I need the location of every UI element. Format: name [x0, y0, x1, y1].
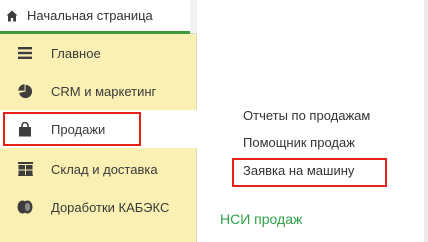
- link-vehicle-request[interactable]: Заявка на машину: [243, 163, 354, 178]
- link-sales-reports[interactable]: Отчеты по продажам: [243, 108, 370, 123]
- scrollbar-track[interactable]: [424, 0, 428, 242]
- tab-home-label: Начальная страница: [27, 8, 153, 23]
- sidebar-item-sales[interactable]: Продажи: [0, 110, 197, 148]
- sidebar-item-label: Доработки КАБЭКС: [51, 199, 170, 215]
- warehouse-icon: [17, 161, 33, 177]
- sidebar-item-label: Продажи: [51, 121, 106, 137]
- sidebar-item-main[interactable]: Главное: [0, 34, 197, 72]
- sidebar-item-label: CRM и маркетинг: [51, 83, 157, 99]
- link-sales-assistant[interactable]: Помощник продаж: [243, 135, 355, 150]
- coins-icon: [17, 199, 33, 215]
- tab-bar: Начальная страница: [0, 0, 197, 34]
- sidebar-item-crm[interactable]: CRM и маркетинг: [0, 72, 197, 110]
- shopping-bag-icon: [17, 121, 33, 137]
- sidebar-item-kabeks[interactable]: Доработки КАБЭКС: [0, 188, 197, 226]
- sidebar: Главное CRM и маркетинг Продажи Склад и …: [0, 34, 197, 242]
- sidebar-item-label: Главное: [51, 45, 101, 61]
- pie-chart-icon: [17, 83, 33, 99]
- sidebar-item-warehouse[interactable]: Склад и доставка: [0, 150, 197, 188]
- menu-lines-icon: [17, 45, 33, 61]
- section-content: Отчеты по продажам Помощник продаж Заявк…: [197, 0, 428, 242]
- section-title-nsi: НСИ продаж: [220, 211, 303, 227]
- tab-home[interactable]: Начальная страница: [0, 0, 190, 34]
- home-icon: [6, 10, 18, 22]
- sidebar-item-label: Склад и доставка: [51, 161, 158, 177]
